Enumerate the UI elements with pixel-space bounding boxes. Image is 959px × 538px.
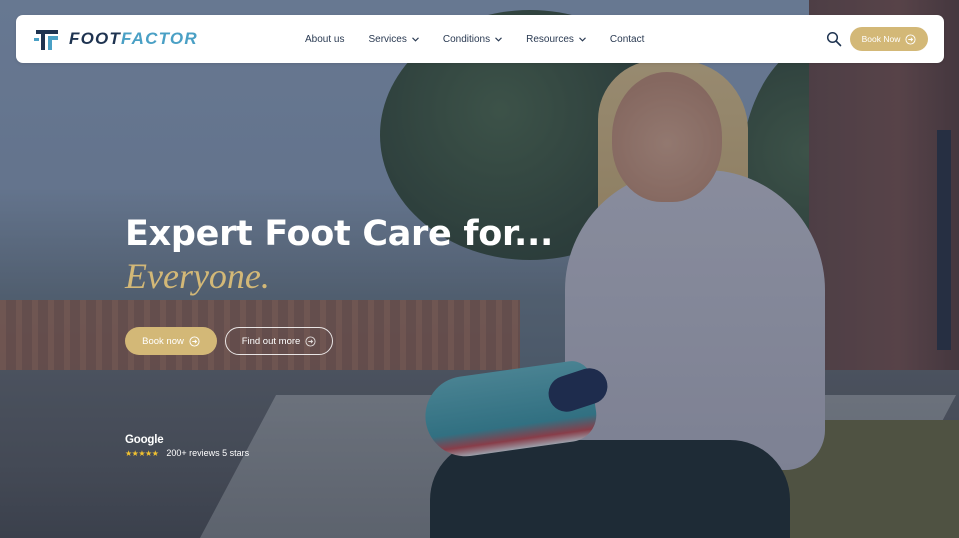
nav-services-label: Services: [368, 33, 407, 45]
google-reviews-logo: Google: [125, 434, 164, 446]
book-now-hero-label: Book now: [142, 335, 184, 347]
footfactor-logo-icon: [34, 30, 58, 50]
nav-contact[interactable]: Contact: [610, 34, 644, 45]
top-navigation: FOOTFACTOR About us Services Conditions …: [16, 15, 944, 63]
find-out-more-button[interactable]: Find out more: [225, 327, 333, 355]
nav-resources-label: Resources: [526, 33, 574, 45]
chevron-down-icon: [495, 36, 502, 42]
nav-contact-label: Contact: [609, 33, 645, 45]
star-rating-icon: ★★★★★: [125, 448, 159, 458]
book-now-hero-button[interactable]: Book now: [125, 327, 217, 355]
nav-about-us-label: About us: [305, 33, 345, 45]
google-rating: ★★★★★ 200+ reviews 5 stars: [125, 448, 249, 458]
logo-wordmark: FOOTFACTOR: [69, 26, 198, 52]
nav-conditions[interactable]: Conditions: [443, 34, 502, 45]
find-out-more-label: Find out more: [241, 335, 301, 347]
site-logo[interactable]: FOOTFACTOR: [34, 26, 198, 52]
hero-subheadline: Everyone.: [125, 256, 270, 296]
nav-resources[interactable]: Resources: [526, 34, 586, 45]
search-icon[interactable]: [826, 31, 842, 47]
nav-services[interactable]: Services: [368, 33, 419, 45]
nav-conditions-label: Conditions: [442, 33, 491, 45]
book-now-header-label: Book Now: [861, 34, 901, 44]
arrow-circle-icon: [305, 335, 316, 347]
arrow-circle-icon: [905, 33, 916, 45]
hero-headline: Expert Foot Care for...: [125, 214, 553, 254]
reviews-count-text: 200+ reviews 5 stars: [166, 448, 250, 458]
logo-text-foot: FOOT: [69, 29, 122, 48]
nav-about-us[interactable]: About us: [305, 34, 344, 45]
chevron-down-icon: [411, 36, 419, 42]
arrow-circle-icon: [189, 335, 200, 347]
logo-text-factor: FACTOR: [121, 29, 198, 48]
book-now-header-button[interactable]: Book Now: [850, 27, 928, 51]
chevron-down-icon: [579, 36, 586, 42]
main-menu: About us Services Conditions Resources C…: [305, 15, 668, 63]
